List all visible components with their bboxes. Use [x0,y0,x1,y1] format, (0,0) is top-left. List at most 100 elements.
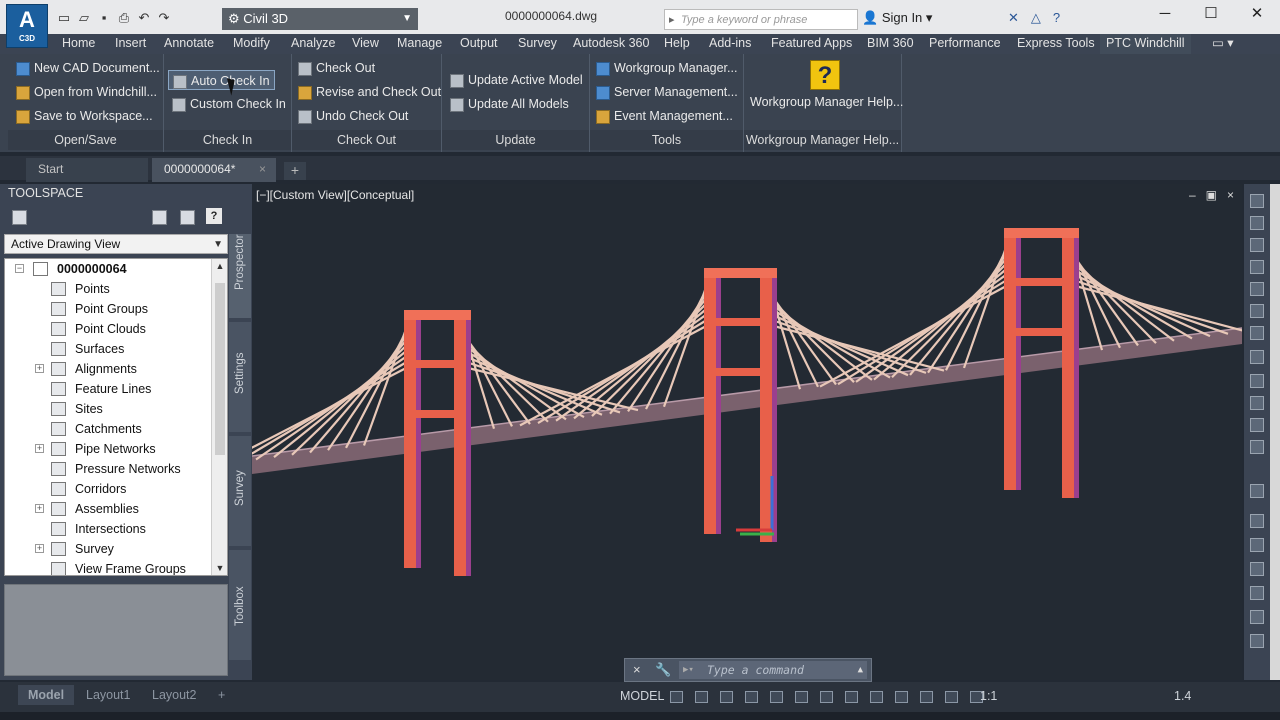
selection-cycling-icon[interactable] [870,691,883,703]
nav-tool-icon[interactable] [1250,216,1264,230]
tree-item-point-clouds[interactable]: Point Clouds [5,319,211,339]
tab-modify[interactable]: Modify [233,34,270,54]
tab-bim-360[interactable]: BIM 360 [867,34,914,54]
event-management-button[interactable]: Event Management... [596,106,733,126]
tab-survey-vertical[interactable]: Survey [229,436,251,546]
collapse-icon[interactable]: − [15,264,24,273]
toolspace-help-icon[interactable]: ? [206,208,222,224]
tab-survey[interactable]: Survey [518,34,557,54]
tab-view[interactable]: View [352,34,379,54]
showmotion-icon[interactable] [1250,418,1264,432]
grid-icon[interactable] [670,691,683,703]
annotation-scale-number[interactable]: 1.4 [1174,689,1191,703]
scroll-up-icon[interactable]: ▲ [212,261,227,271]
tab-layout2[interactable]: Layout2 [142,685,206,705]
tab-home[interactable]: Home [62,34,95,54]
tree-item-survey[interactable]: + Survey [5,539,211,559]
otrack-icon[interactable] [795,691,808,703]
annotation-scale-value[interactable]: 1:1 [980,689,997,703]
workspace-selector[interactable]: ⚙ Civil 3D ▼ [222,8,418,30]
tab-analyze[interactable]: Analyze [291,34,335,54]
print-icon[interactable]: ⎙ [116,10,132,26]
list-view-icon[interactable] [180,210,195,225]
new-tab-button[interactable]: + [284,162,306,180]
transparency-icon[interactable] [845,691,858,703]
search-input[interactable]: Type a keyword or phrase [664,9,858,30]
tab-express-tools[interactable]: Express Tools [1017,34,1095,54]
tree-item-sites[interactable]: Sites [5,399,211,419]
redo-icon[interactable]: ↷ [156,10,172,26]
update-active-model-button[interactable]: Update Active Model [450,70,583,90]
nav-tool-icon[interactable] [1250,484,1264,498]
new-cad-document-button[interactable]: New CAD Document... [16,58,160,78]
expand-icon[interactable]: + [35,444,44,453]
tab-toolbox[interactable]: Toolbox [229,550,251,660]
snap-icon[interactable] [695,691,708,703]
auto-check-in-button[interactable]: Auto Check In [168,70,275,90]
tree-item-points[interactable]: Points [5,279,211,299]
nav-tool-icon[interactable] [1250,634,1264,648]
tab-output[interactable]: Output [460,34,498,54]
tab-prospector[interactable]: Prospector [229,234,251,318]
nav-tool-icon[interactable] [1250,610,1264,624]
tree-item-surfaces[interactable]: Surfaces [5,339,211,359]
exchange-icon[interactable]: ✕ [1008,10,1019,26]
osnap-icon[interactable] [770,691,783,703]
workgroup-manager-button[interactable]: Workgroup Manager... [596,58,737,78]
ortho-icon[interactable] [720,691,733,703]
update-all-models-button[interactable]: Update All Models [450,94,569,114]
open-file-icon[interactable]: ▱ [76,10,92,26]
tree-root[interactable]: − 0000000064 [5,259,211,279]
nav-tool-icon[interactable] [1250,238,1264,252]
vertical-scrollbar[interactable] [1270,184,1280,680]
tab-insert[interactable]: Insert [115,34,146,54]
tree-item-corridors[interactable]: Corridors [5,479,211,499]
nav-tool-icon[interactable] [1250,562,1264,576]
expand-icon[interactable]: + [35,504,44,513]
tab-performance[interactable]: Performance [929,34,1001,54]
close-tab-icon[interactable]: × [259,158,266,180]
nav-tool-icon[interactable] [1250,538,1264,552]
drawing-viewport[interactable]: [−][Custom View][Conceptual] – ▣ × [252,184,1242,680]
application-menu-button[interactable]: A C3D [6,4,48,48]
annotation-visibility-icon[interactable] [920,691,933,703]
tab-add-ins[interactable]: Add-ins [709,34,751,54]
view-select[interactable]: Active Drawing View ▼ [4,234,228,254]
item-view-icon[interactable] [152,210,167,225]
nav-tool-icon[interactable] [1250,260,1264,274]
help-question-icon[interactable]: ? [810,60,840,90]
tree-item-feature-lines[interactable]: Feature Lines [5,379,211,399]
scrollbar-thumb[interactable] [215,283,225,455]
polar-icon[interactable] [745,691,758,703]
save-icon[interactable]: ▪ [96,10,112,26]
undo-icon[interactable]: ↶ [136,10,152,26]
nav-tool-icon[interactable] [1250,514,1264,528]
command-input[interactable]: Type a command▲ [679,661,867,679]
server-management-button[interactable]: Server Management... [596,82,738,102]
autoscale-icon[interactable] [945,691,958,703]
tree-item-pipe-networks[interactable]: + Pipe Networks [5,439,211,459]
add-layout-button[interactable]: + [208,685,235,705]
tab-start[interactable]: Start [26,158,148,182]
workgroup-manager-help-button[interactable]: Workgroup Manager Help... [750,92,903,112]
tree-item-catchments[interactable]: Catchments [5,419,211,439]
tree-item-point-groups[interactable]: Point Groups [5,299,211,319]
help-icon[interactable]: ? [1053,10,1060,26]
tree-item-view-frame-groups[interactable]: View Frame Groups [5,559,211,575]
save-to-workspace-button[interactable]: Save to Workspace... [16,106,153,126]
orbit-icon[interactable] [1250,396,1264,410]
tab-annotate[interactable]: Annotate [164,34,214,54]
ribbon-options-icon[interactable]: ▭ ▾ [1212,34,1234,54]
nav-tool-icon[interactable] [1250,194,1264,208]
tree-scrollbar[interactable]: ▲ ▼ [211,259,227,575]
revise-and-check-out-button[interactable]: Revise and Check Out [298,82,441,102]
check-out-button[interactable]: Check Out [298,58,375,78]
tree-item-alignments[interactable]: + Alignments [5,359,211,379]
nav-tool-icon[interactable] [1250,282,1264,296]
command-history-icon[interactable]: ▲ [858,661,863,679]
new-file-icon[interactable]: ▭ [56,10,72,26]
sign-in-button[interactable]: 👤 Sign In ▾ [862,10,1002,26]
tab-featured-apps[interactable]: Featured Apps [771,34,852,54]
expand-icon[interactable]: + [35,544,44,553]
lineweight-icon[interactable] [820,691,833,703]
